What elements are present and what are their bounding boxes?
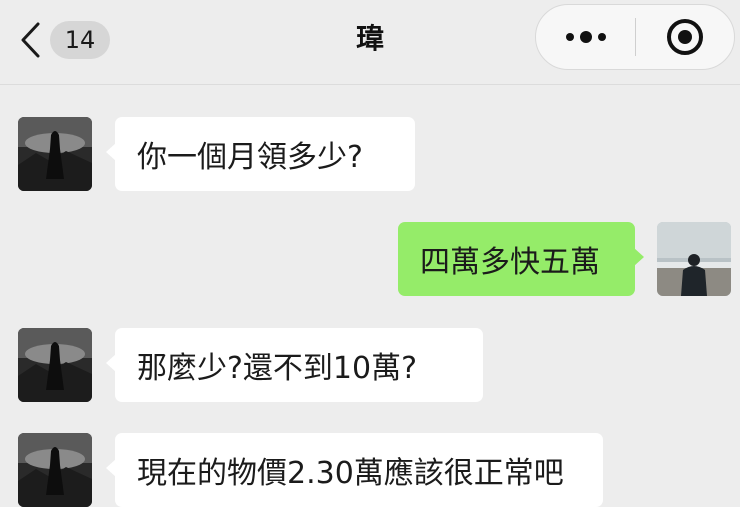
- message-text: 那麼少?還不到10萬?: [137, 351, 418, 386]
- top-navigation-bar: 14 瑋: [0, 0, 740, 85]
- contact-avatar[interactable]: [18, 117, 92, 191]
- message-bubble-outgoing[interactable]: 四萬多快五萬: [398, 222, 644, 296]
- more-dots-icon: [565, 31, 606, 43]
- contact-avatar[interactable]: [18, 433, 92, 507]
- message-text: 你一個月領多少?: [137, 140, 363, 175]
- message-bubble-incoming[interactable]: 現在的物價2.30萬應該很正常吧: [106, 433, 603, 507]
- close-button[interactable]: [636, 4, 734, 70]
- more-button[interactable]: [536, 4, 635, 70]
- self-avatar[interactable]: [657, 222, 731, 296]
- message-text: 現在的物價2.30萬應該很正常吧: [137, 456, 564, 491]
- target-circle-icon: [666, 19, 703, 55]
- message-bubble-incoming[interactable]: 那麼少?還不到10萬?: [106, 328, 483, 402]
- message-bubble-incoming[interactable]: 你一個月領多少?: [106, 117, 415, 191]
- contact-avatar[interactable]: [18, 328, 92, 402]
- message-text: 四萬多快五萬: [420, 245, 600, 280]
- mini-program-capsule: [535, 4, 735, 70]
